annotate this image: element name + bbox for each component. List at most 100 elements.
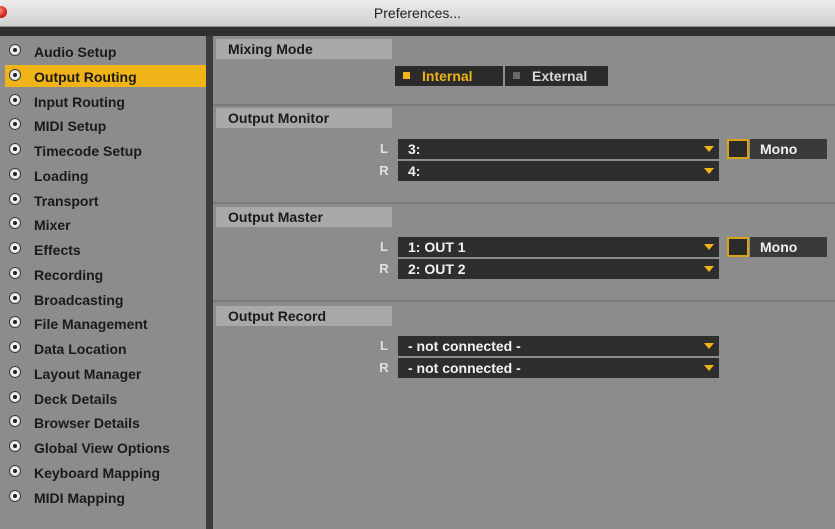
radio-icon [9,266,21,279]
sidebar-item-label: Mixer [34,217,71,234]
radio-icon [9,291,21,304]
sidebar-item-label: Deck Details [34,390,118,407]
sidebar-item-label: Global View Options [34,440,170,456]
radio-icon [9,242,21,254]
chevron-down-icon [704,266,714,272]
master-left-output-select[interactable]: 1: OUT 1 [398,237,719,257]
output-record-title: Output Record [228,308,326,324]
monitor-left-channel-label: L [380,141,388,156]
master-right-output-select[interactable]: 2: OUT 2 [398,259,719,279]
output-master-title: Output Master [228,209,323,225]
output-monitor-title: Output Monitor [228,110,330,126]
mixing-mode-external-button[interactable]: External [505,66,608,86]
chevron-down-icon [704,244,714,250]
monitor-mono-label: Mono [760,141,798,157]
record-right-channel-label: R [379,360,389,375]
radio-icon [9,118,21,131]
preferences-sidebar: Audio Setup Output Routing Input Routing MI… [0,36,206,529]
monitor-right-output-select[interactable]: 4: [398,161,719,181]
radio-icon [9,390,21,403]
output-record-header: Output Record [216,306,392,326]
chevron-down-icon [704,365,714,371]
sidebar-item-browser-details[interactable]: Browser Details [5,411,206,433]
radio-icon [9,365,21,378]
radio-icon [9,440,21,452]
toolbar-strip [0,27,835,36]
sidebar-item-transport[interactable]: Transport [5,189,206,211]
sidebar-item-timecode-setup[interactable]: Timecode Setup [5,139,206,161]
sidebar-item-label: Input Routing [34,93,125,110]
sidebar-item-label: Audio Setup [34,44,117,60]
master-mono-label: Mono [760,239,798,255]
sidebar-item-label: MIDI Setup [34,118,107,135]
monitor-left-output-value: 3: [408,141,421,157]
master-left-channel-label: L [380,239,388,254]
monitor-mono-button[interactable]: Mono [750,139,827,159]
master-mono-checkbox[interactable] [727,237,749,257]
record-right-output-select[interactable]: - not connected - [398,358,719,378]
sidebar-item-effects[interactable]: Effects [5,238,206,260]
sidebar-item-label: Layout Manager [34,365,142,382]
sidebar-item-label: Output Routing [34,68,137,85]
monitor-right-output-value: 4: [408,163,421,179]
sidebar-item-recording[interactable]: Recording [5,263,206,285]
internal-label: Internal [422,68,473,84]
mixing-mode-internal-button[interactable]: Internal [395,66,503,86]
sidebar-item-data-location[interactable]: Data Location [5,337,206,359]
sidebar-item-deck-details[interactable]: Deck Details [5,387,206,409]
radio-icon [9,316,21,329]
monitor-mono-checkbox[interactable] [727,139,749,159]
mixing-mode-title: Mixing Mode [228,41,313,57]
sidebar-item-midi-mapping[interactable]: MIDI Mapping [5,486,206,508]
monitor-left-output-select[interactable]: 3: [398,139,719,159]
external-indicator-icon [513,72,520,79]
sidebar-item-label: Effects [34,242,81,258]
section-divider [213,202,835,204]
sidebar-item-label: Browser Details [34,415,140,432]
sidebar-item-file-management[interactable]: File Management [5,312,206,334]
section-divider [213,104,835,106]
chevron-down-icon [704,146,714,152]
sidebar-item-label: MIDI Mapping [34,489,125,506]
radio-icon [9,464,21,477]
sidebar-item-output-routing[interactable]: Output Routing [5,64,206,87]
sidebar-item-label: Broadcasting [34,291,124,308]
radio-icon [9,143,21,155]
radio-icon [9,68,21,81]
sidebar-item-label: Keyboard Mapping [34,464,161,481]
radio-icon [9,217,21,230]
sidebar-item-broadcasting[interactable]: Broadcasting [5,288,206,310]
output-master-header: Output Master [216,207,392,227]
chevron-down-icon [704,168,714,174]
radio-icon [9,93,21,106]
record-left-output-select[interactable]: - not connected - [398,336,719,356]
master-left-output-value: 1: OUT 1 [408,239,466,255]
sidebar-item-layout-manager[interactable]: Layout Manager [5,362,206,384]
sidebar-item-keyboard-mapping[interactable]: Keyboard Mapping [5,461,206,483]
section-divider [213,300,835,302]
record-right-output-value: - not connected - [408,360,521,376]
sidebar-item-global-view-options[interactable]: Global View Options [5,436,206,458]
record-left-channel-label: L [380,338,388,353]
monitor-right-channel-label: R [379,163,389,178]
master-mono-button[interactable]: Mono [750,237,827,257]
sidebar-item-midi-setup[interactable]: MIDI Setup [5,114,206,136]
sidebar-item-loading[interactable]: Loading [5,164,206,186]
sidebar-item-label: Loading [34,167,89,184]
internal-indicator-icon [403,72,410,79]
radio-icon [9,489,21,502]
window-title: Preferences... [373,5,462,21]
sidebar-item-mixer[interactable]: Mixer [5,213,206,235]
master-right-channel-label: R [379,261,389,276]
output-monitor-header: Output Monitor [216,108,392,128]
sidebar-item-label: Transport [34,192,99,209]
radio-icon [9,341,21,353]
title-bar[interactable]: Preferences... [0,0,835,27]
sidebar-item-label: Recording [34,266,104,283]
sidebar-item-audio-setup[interactable]: Audio Setup [5,40,206,62]
radio-icon [9,167,21,180]
sidebar-item-input-routing[interactable]: Input Routing [5,90,206,112]
chevron-down-icon [704,343,714,349]
radio-icon [9,44,21,56]
radio-icon [9,415,21,428]
